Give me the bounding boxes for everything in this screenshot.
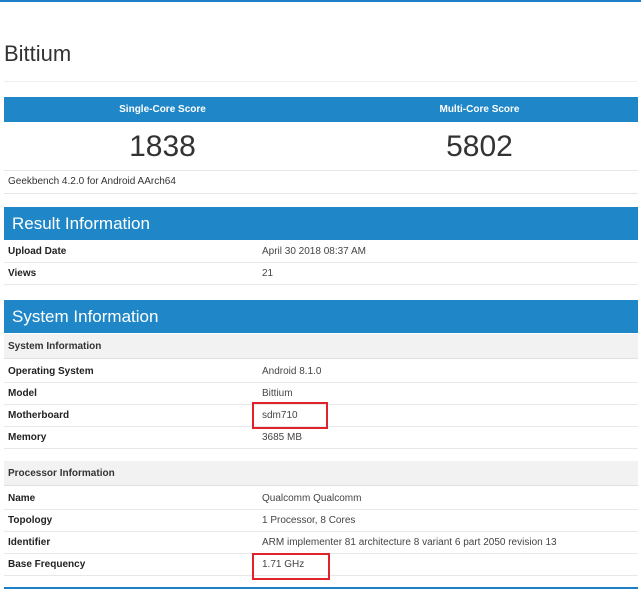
multi-core-score: 5802	[446, 130, 513, 163]
motherboard-highlight-box	[252, 402, 328, 429]
row-value: Android 8.1.0	[262, 366, 322, 377]
bottom-accent-bar	[4, 587, 638, 589]
row-value: April 30 2018 08:37 AM	[262, 246, 366, 257]
table-row: Upload Date April 30 2018 08:37 AM	[4, 241, 638, 263]
title-divider	[4, 81, 637, 82]
row-key: Motherboard	[8, 410, 70, 421]
system-info-header: System Information	[4, 300, 638, 333]
row-key: Upload Date	[8, 246, 67, 257]
row-key: Name	[8, 493, 36, 504]
row-key: Operating System	[8, 366, 94, 377]
multi-core-label: Multi-Core Score	[439, 104, 520, 115]
row-key: Memory	[8, 432, 47, 443]
row-key: Topology	[8, 515, 53, 526]
row-key: Model	[8, 388, 37, 399]
result-info-header: Result Information	[4, 207, 638, 240]
table-row: Identifier ARM implementer 81 architectu…	[4, 532, 638, 554]
subheader-label: Processor Information	[8, 468, 115, 479]
single-core-label: Single-Core Score	[119, 104, 206, 115]
score-values: 1838 5802	[4, 126, 638, 168]
row-value: Qualcomm Qualcomm	[262, 493, 362, 504]
top-accent-bar	[0, 0, 641, 2]
row-key: Base Frequency	[8, 559, 86, 570]
row-key: Views	[8, 268, 37, 279]
row-value: 3685 MB	[262, 432, 303, 443]
subheader-label: System Information	[8, 341, 102, 352]
table-row: Name Qualcomm Qualcomm	[4, 488, 638, 510]
score-divider	[4, 170, 638, 171]
version-divider	[4, 193, 638, 194]
row-value: 21	[262, 268, 274, 279]
processor-subheader: Processor Information	[4, 461, 638, 486]
table-row: Memory 3685 MB	[4, 427, 638, 449]
row-value: ARM implementer 81 architecture 8 varian…	[262, 537, 557, 548]
table-row: Operating System Android 8.1.0	[4, 361, 638, 383]
table-row: Views 21	[4, 263, 638, 285]
page-title: Bittium	[4, 41, 72, 66]
score-header: Single-Core Score Multi-Core Score	[4, 97, 638, 122]
frequency-highlight-box	[252, 553, 330, 580]
table-row: Topology 1 Processor, 8 Cores	[4, 510, 638, 532]
row-key: Identifier	[8, 537, 51, 548]
geekbench-version: Geekbench 4.2.0 for Android AArch64	[8, 176, 176, 187]
single-core-score: 1838	[129, 130, 196, 163]
row-value: 1 Processor, 8 Cores	[262, 515, 356, 526]
system-subheader: System Information	[4, 334, 638, 359]
